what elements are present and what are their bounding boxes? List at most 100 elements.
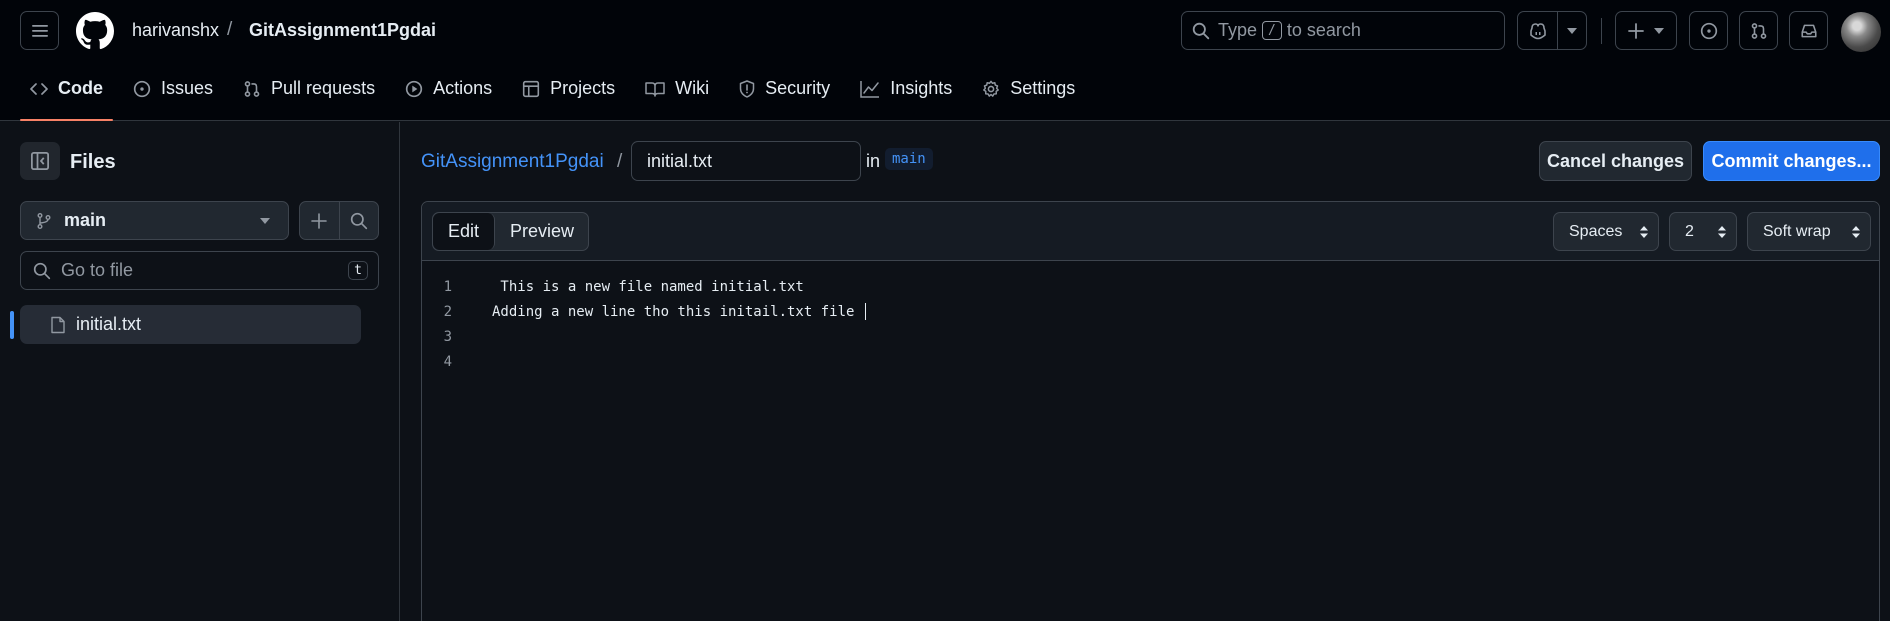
branch-selector[interactable]: main (20, 201, 289, 240)
code-line[interactable]: 1 This is a new file named initial.txt (422, 274, 1879, 299)
wrap-mode-select[interactable]: Soft wrap (1747, 212, 1871, 251)
plus-icon (311, 212, 328, 229)
text-cursor (864, 303, 866, 320)
pull-requests-button[interactable] (1739, 11, 1778, 50)
in-label: in (866, 151, 881, 171)
tab-code-label: Code (58, 78, 103, 98)
file-icon (51, 316, 65, 333)
cancel-changes-button[interactable]: Cancel changes (1539, 141, 1692, 181)
tab-actions[interactable]: Actions (395, 70, 502, 121)
indent-mode-value: Spaces (1569, 222, 1623, 240)
triangle-down-icon (260, 218, 270, 224)
breadcrumb-repo-link[interactable]: GitAssignment1Pgdai (421, 151, 604, 173)
editor-toolbar: Edit Preview Spaces 2 Soft wrap (422, 202, 1879, 261)
sidebar-actions (299, 201, 379, 240)
search-icon (33, 262, 51, 279)
line-number: 3 (443, 328, 452, 345)
issue-opened-icon (1700, 22, 1717, 39)
wrap-mode-value: Soft wrap (1763, 222, 1831, 240)
github-logo-icon[interactable] (76, 12, 114, 50)
copilot-button-group[interactable] (1517, 11, 1587, 50)
tab-wiki[interactable]: Wiki (635, 70, 719, 121)
indent-size-value: 2 (1685, 222, 1694, 240)
tab-projects[interactable]: Projects (512, 70, 625, 121)
go-to-file-input[interactable]: Go to file t (20, 251, 379, 290)
menu-button[interactable] (20, 11, 59, 50)
tab-issues[interactable]: Issues (123, 70, 223, 121)
file-tree-sidebar: Files main Go to file t initial.txt (0, 122, 400, 621)
add-file-button[interactable] (300, 202, 339, 239)
breadcrumb-separator: / (617, 151, 623, 172)
tab-pull-requests[interactable]: Pull requests (233, 70, 385, 121)
avatar[interactable] (1841, 12, 1881, 52)
graph-icon (860, 80, 880, 98)
tab-settings[interactable]: Settings (972, 70, 1085, 121)
create-new-button[interactable] (1615, 11, 1677, 50)
go-to-file-placeholder: Go to file (61, 260, 134, 280)
issue-opened-icon (133, 80, 151, 97)
select-arrows-icon (1852, 226, 1860, 238)
branch-name: main (64, 210, 107, 230)
tab-security-label: Security (765, 78, 831, 98)
line-number: 1 (443, 278, 452, 295)
play-icon (405, 80, 423, 97)
plus-icon (1628, 22, 1644, 39)
search-prefix: Type (1218, 20, 1258, 40)
copilot-dropdown[interactable] (1558, 12, 1586, 49)
filename-input[interactable]: initial.txt (631, 141, 861, 181)
tab-code[interactable]: Code (20, 70, 113, 121)
tab-insights-label: Insights (890, 78, 953, 98)
line-content[interactable]: Adding a new line tho this initail.txt f… (492, 304, 863, 320)
indent-size-select[interactable]: 2 (1669, 212, 1737, 251)
tab-actions-label: Actions (433, 78, 493, 98)
code-icon (30, 82, 48, 95)
tab-insights[interactable]: Insights (850, 70, 962, 121)
git-pull-request-icon (1751, 22, 1766, 39)
line-content[interactable]: This is a new file named initial.txt (492, 279, 803, 295)
tab-wiki-label: Wiki (675, 78, 710, 98)
sidebar-title: Files (70, 151, 116, 173)
search-files-button[interactable] (338, 202, 379, 239)
collapse-sidebar-button[interactable] (20, 142, 60, 180)
selected-file-marker (10, 311, 14, 339)
edit-preview-tabs: Edit Preview (432, 212, 589, 251)
search-icon (350, 212, 367, 229)
book-icon (645, 81, 665, 97)
code-lines[interactable]: 1 This is a new file named initial.txt 2… (422, 274, 1879, 374)
commit-changes-button[interactable]: Commit changes... (1703, 141, 1880, 181)
tab-edit[interactable]: Edit (433, 213, 496, 250)
tab-preview[interactable]: Preview (495, 213, 588, 250)
search-input[interactable]: Type / to search (1181, 11, 1505, 50)
go-to-file-shortcut: t (348, 261, 368, 280)
triangle-down-icon (1654, 27, 1664, 34)
code-line[interactable]: 4 (422, 349, 1879, 374)
search-icon (1192, 22, 1210, 39)
repo-nav: Code Issues Pull requests Actions Projec… (20, 70, 1095, 121)
search-suffix: to search (1286, 20, 1361, 40)
tab-pull-requests-label: Pull requests (271, 78, 376, 98)
copilot-icon (1529, 22, 1546, 39)
select-arrows-icon (1640, 226, 1648, 238)
indent-mode-select[interactable]: Spaces (1553, 212, 1659, 251)
git-pull-request-icon (244, 80, 260, 97)
code-line[interactable]: 3 (422, 324, 1879, 349)
issues-button[interactable] (1689, 11, 1728, 50)
copilot-button[interactable] (1518, 12, 1558, 49)
tab-issues-label: Issues (161, 78, 214, 98)
code-editor: Edit Preview Spaces 2 Soft wrap 1 This i… (421, 201, 1880, 621)
sidebar-collapse-icon (31, 152, 49, 170)
header-divider (1601, 18, 1602, 44)
gear-icon (983, 80, 1000, 97)
owner-link[interactable]: harivanshx (132, 20, 219, 41)
code-line[interactable]: 2 Adding a new line tho this initail.txt… (422, 299, 1879, 324)
file-tree-item[interactable]: initial.txt (20, 305, 361, 344)
table-icon (523, 80, 540, 97)
global-header: harivanshx / GitAssignment1Pgdai Type / … (0, 0, 1890, 121)
branch-badge: main (885, 148, 933, 170)
inbox-button[interactable] (1789, 11, 1828, 50)
tab-security[interactable]: Security (729, 70, 840, 121)
shield-icon (739, 79, 755, 98)
repo-link[interactable]: GitAssignment1Pgdai (249, 20, 436, 41)
line-number: 4 (443, 353, 452, 370)
breadcrumb-separator: / (227, 19, 233, 40)
